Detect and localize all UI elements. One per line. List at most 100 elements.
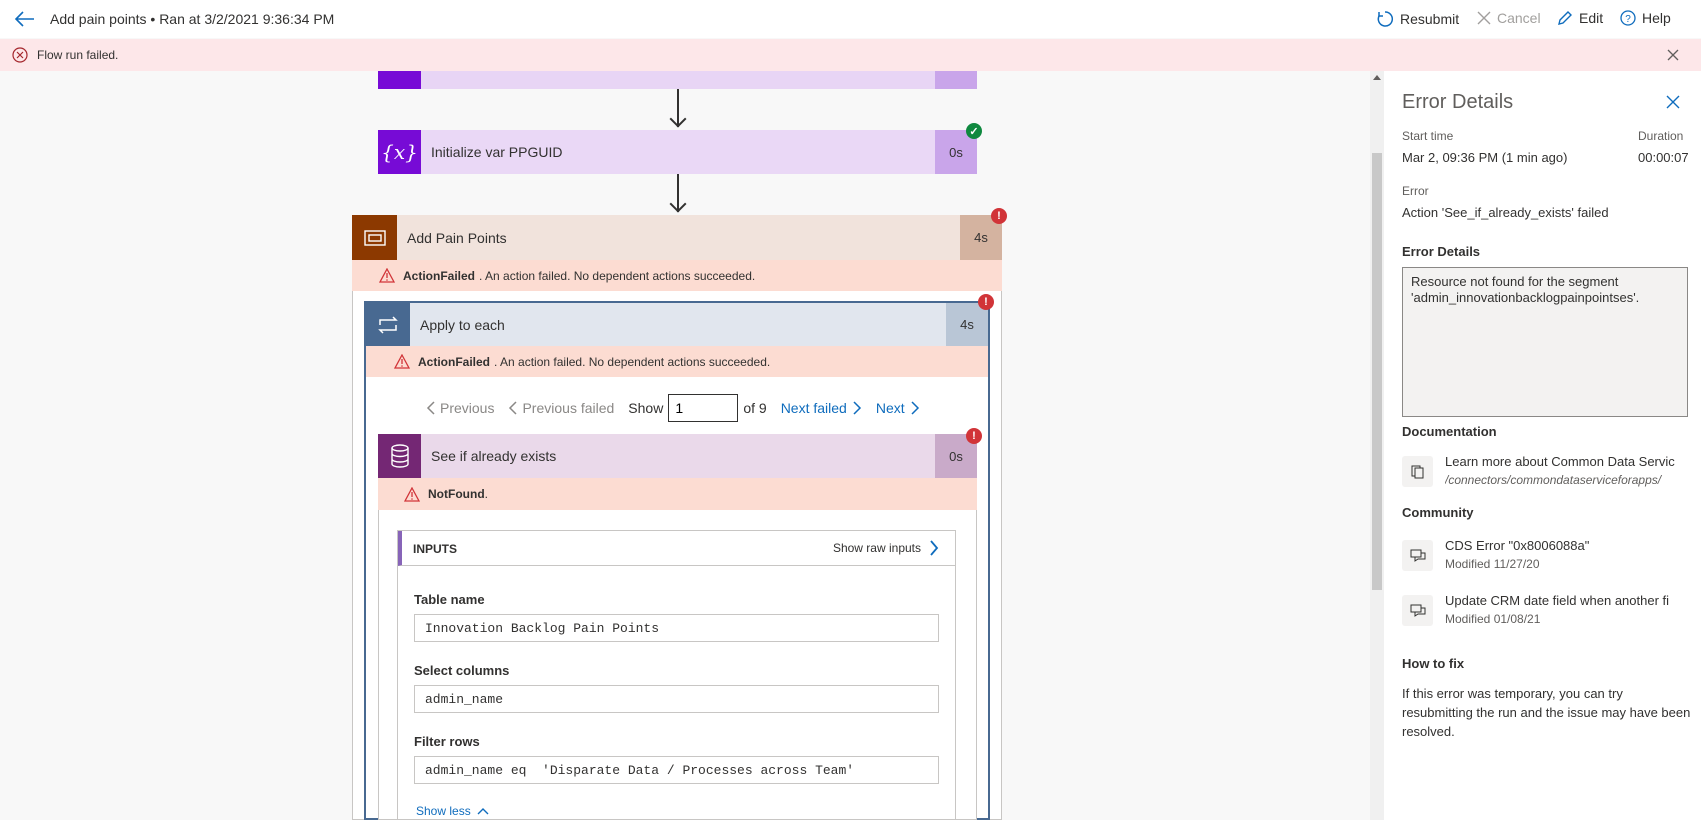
error-code: NotFound (428, 487, 485, 501)
select-columns-value: admin_name (414, 685, 939, 713)
community-post[interactable]: Update CRM date field when another fi Mo… (1402, 593, 1701, 633)
iteration-pager: Previous Previous failed Show of 9 Next … (426, 394, 934, 422)
cancel-button[interactable]: Cancel (1477, 10, 1541, 26)
resubmit-icon (1377, 11, 1394, 27)
table-name-value: Innovation Backlog Pain Points (414, 614, 939, 642)
scope-icon (352, 215, 397, 260)
variable-icon: {x} (378, 130, 421, 174)
previous-failed-button[interactable]: Previous failed (508, 400, 614, 416)
action-error-bar: NotFound. (378, 478, 977, 510)
error-badge-icon: ! (978, 294, 994, 310)
scroll-up-icon[interactable] (1373, 75, 1381, 80)
field-label: Select columns (414, 663, 510, 678)
field-label: Filter rows (414, 734, 480, 749)
edit-pencil-icon (1558, 11, 1572, 25)
help-icon: ? (1620, 10, 1636, 26)
svg-text:?: ? (1625, 14, 1631, 25)
how-to-fix-text: If this error was temporary, you can try… (1402, 686, 1691, 739)
previous-action-card[interactable] (378, 71, 977, 89)
initialize-variable-card[interactable]: {x} Initialize var PPGUID 0s (378, 130, 977, 174)
documentation-heading: Documentation (1402, 424, 1497, 439)
scope-card[interactable]: Add Pain Points 4s (352, 215, 1002, 260)
scroll-thumb[interactable] (1372, 153, 1382, 590)
card-title: Add Pain Points (407, 229, 507, 246)
duration-value: 00:00:07 (1638, 150, 1689, 165)
chevron-left-icon (509, 401, 517, 415)
back-arrow-icon[interactable] (14, 9, 36, 29)
community-post[interactable]: CDS Error "0x8006088a" Modified 11/27/20 (1402, 538, 1701, 578)
warning-icon (379, 268, 395, 283)
document-icon (1402, 456, 1433, 487)
inputs-panel: INPUTS Show raw inputs Table name Innova… (397, 530, 956, 820)
page-title: Add pain points • Ran at 3/2/2021 9:36:3… (50, 11, 335, 27)
duration-badge: 4s (946, 303, 988, 346)
next-button[interactable]: Next (876, 400, 920, 416)
chevron-right-icon (853, 401, 861, 415)
variable-icon (378, 71, 421, 89)
start-time-label: Start time (1402, 129, 1454, 143)
edit-label: Edit (1579, 10, 1604, 26)
chevron-left-icon (426, 401, 435, 415)
documentation-title: Learn more about Common Data Servic (1445, 454, 1675, 469)
previous-label: Previous (440, 400, 495, 416)
comment-icon (1402, 595, 1433, 626)
card-title: See if already exists (431, 448, 557, 464)
show-label: Show (628, 400, 664, 416)
next-label: Next (875, 400, 905, 416)
resubmit-label: Resubmit (1400, 11, 1460, 27)
loop-error-bar: ActionFailed. An action failed. No depen… (366, 346, 988, 377)
error-details-label: Error Details (1402, 244, 1481, 259)
documentation-url: /connectors/commondataserviceforapps/ (1445, 473, 1662, 487)
community-post-title: CDS Error "0x8006088a" (1445, 538, 1590, 553)
start-time-value: Mar 2, 09:36 PM (1 min ago) (1402, 150, 1568, 165)
warning-icon (394, 354, 410, 369)
panel-title: Error Details (1402, 91, 1514, 113)
community-post-date: Modified 11/27/20 (1445, 557, 1540, 571)
chevron-up-icon (477, 808, 489, 815)
next-failed-button[interactable]: Next failed (781, 400, 862, 416)
close-icon[interactable] (1666, 95, 1680, 112)
see-if-already-exists-card[interactable]: See if already exists 0s (378, 434, 977, 478)
success-check-icon: ✓ (966, 123, 982, 139)
canvas-scrollbar[interactable] (1370, 71, 1384, 820)
show-less-button[interactable]: Show less (416, 804, 489, 818)
error-suffix: . (484, 487, 488, 501)
field-label: Table name (414, 592, 485, 607)
previous-failed-label: Previous failed (522, 400, 615, 416)
community-post-date: Modified 01/08/21 (1445, 612, 1541, 626)
card-title: Initialize var PPGUID (431, 144, 563, 160)
error-details-text[interactable]: Resource not found for the segment 'admi… (1402, 267, 1688, 417)
show-raw-inputs-label: Show raw inputs (832, 541, 921, 555)
banner-message: Flow run failed. (37, 48, 119, 62)
error-text: . An action failed. No dependent actions… (494, 354, 771, 369)
iteration-total: of 9 (743, 400, 767, 416)
error-badge-icon: ! (966, 428, 982, 444)
error-value: Action 'See_if_already_exists' failed (1402, 205, 1609, 220)
loop-icon (366, 303, 410, 346)
resubmit-button[interactable]: Resubmit (1376, 10, 1459, 28)
how-to-fix-heading: How to fix (1402, 656, 1465, 671)
chevron-right-icon (930, 540, 939, 556)
database-icon (378, 434, 421, 478)
close-icon[interactable] (1666, 48, 1680, 65)
help-button[interactable]: ? Help (1620, 10, 1671, 26)
warning-icon (404, 486, 420, 502)
iteration-input[interactable] (668, 394, 739, 422)
next-failed-label: Next failed (780, 400, 847, 416)
inputs-header: INPUTS Show raw inputs (398, 531, 955, 566)
show-raw-inputs-button[interactable]: Show raw inputs (833, 540, 939, 556)
error-text: . An action failed. No dependent actions… (479, 268, 756, 283)
duration-label: Duration (1638, 129, 1684, 143)
documentation-link[interactable]: Learn more about Common Data Servic /con… (1402, 454, 1701, 494)
community-heading: Community (1402, 505, 1474, 520)
error-circle-icon (12, 47, 28, 66)
cancel-icon (1477, 11, 1491, 25)
help-label: Help (1642, 10, 1671, 26)
error-banner: Flow run failed. (0, 39, 1701, 71)
error-label: Error (1402, 184, 1429, 198)
comment-icon (1402, 540, 1433, 571)
previous-button[interactable]: Previous (426, 400, 494, 416)
command-bar: Add pain points • Ran at 3/2/2021 9:36:3… (0, 0, 1701, 38)
edit-button[interactable]: Edit (1557, 10, 1603, 26)
apply-to-each-card[interactable]: Apply to each 4s (366, 303, 988, 346)
